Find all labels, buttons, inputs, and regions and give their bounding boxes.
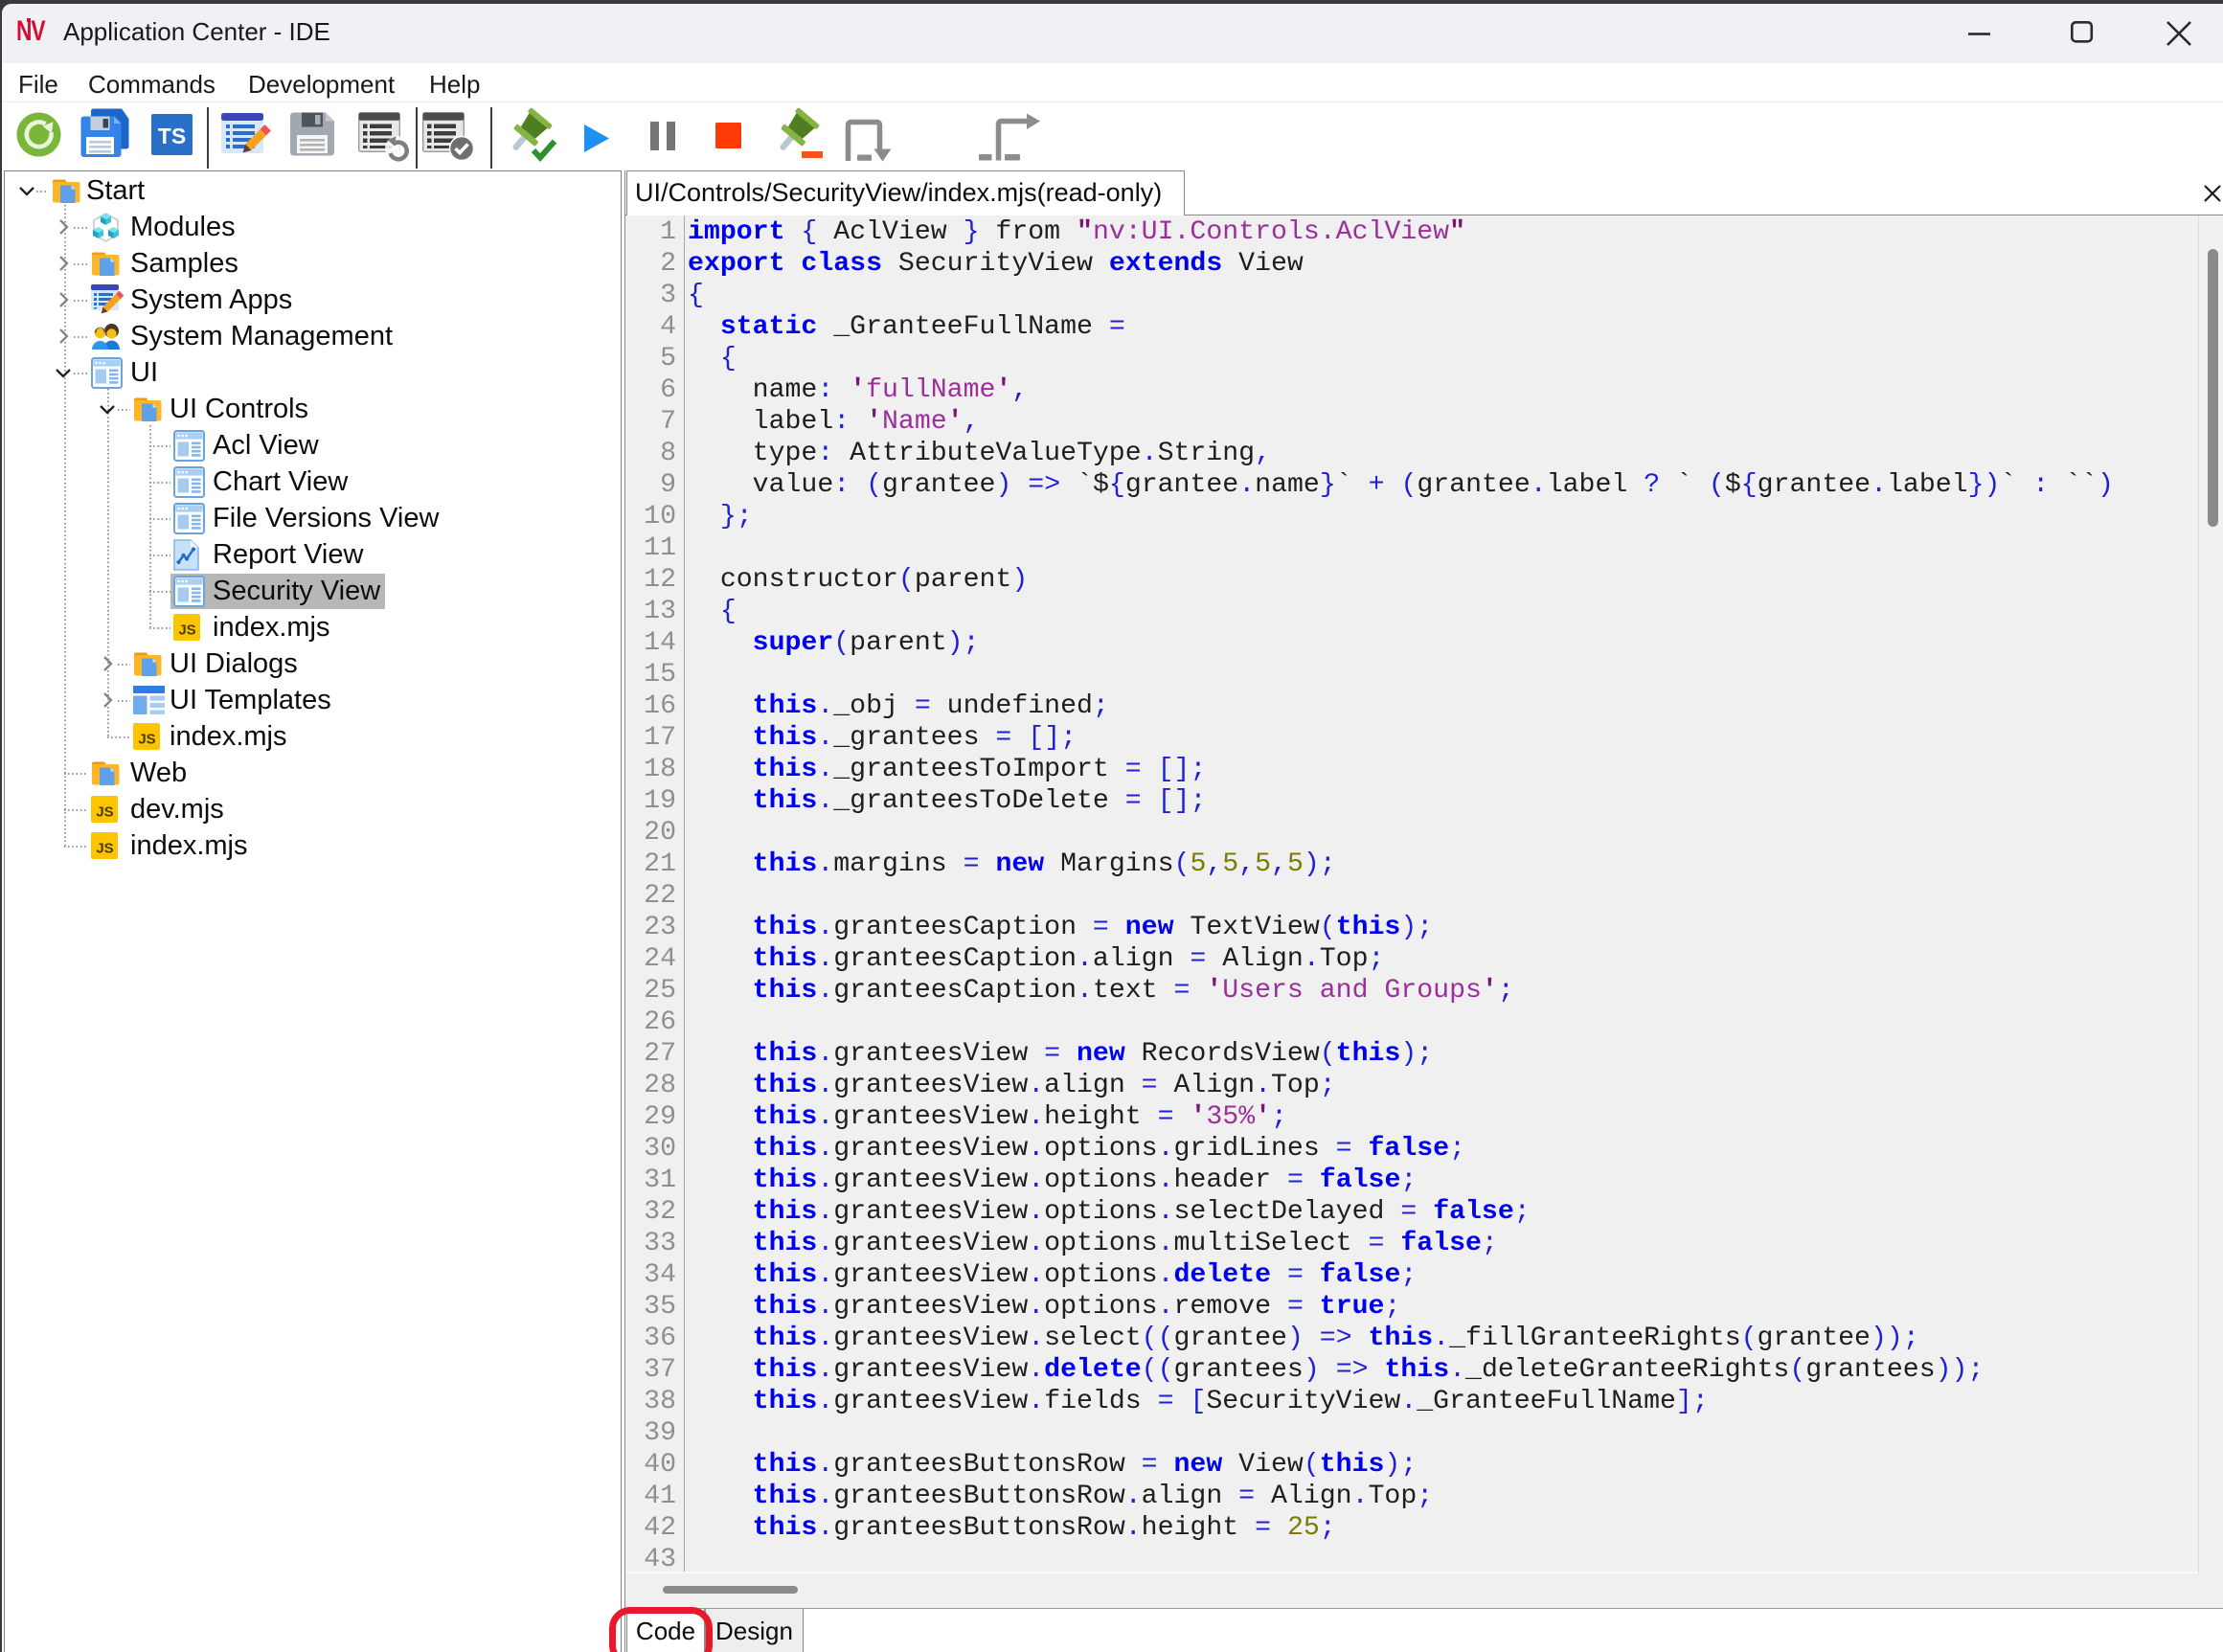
svg-text:JS: JS xyxy=(96,841,113,857)
svg-text:JS: JS xyxy=(96,804,113,821)
svg-text:JS: JS xyxy=(178,622,195,639)
svg-text:TS: TS xyxy=(158,124,186,148)
svg-text:JS: JS xyxy=(138,732,155,748)
